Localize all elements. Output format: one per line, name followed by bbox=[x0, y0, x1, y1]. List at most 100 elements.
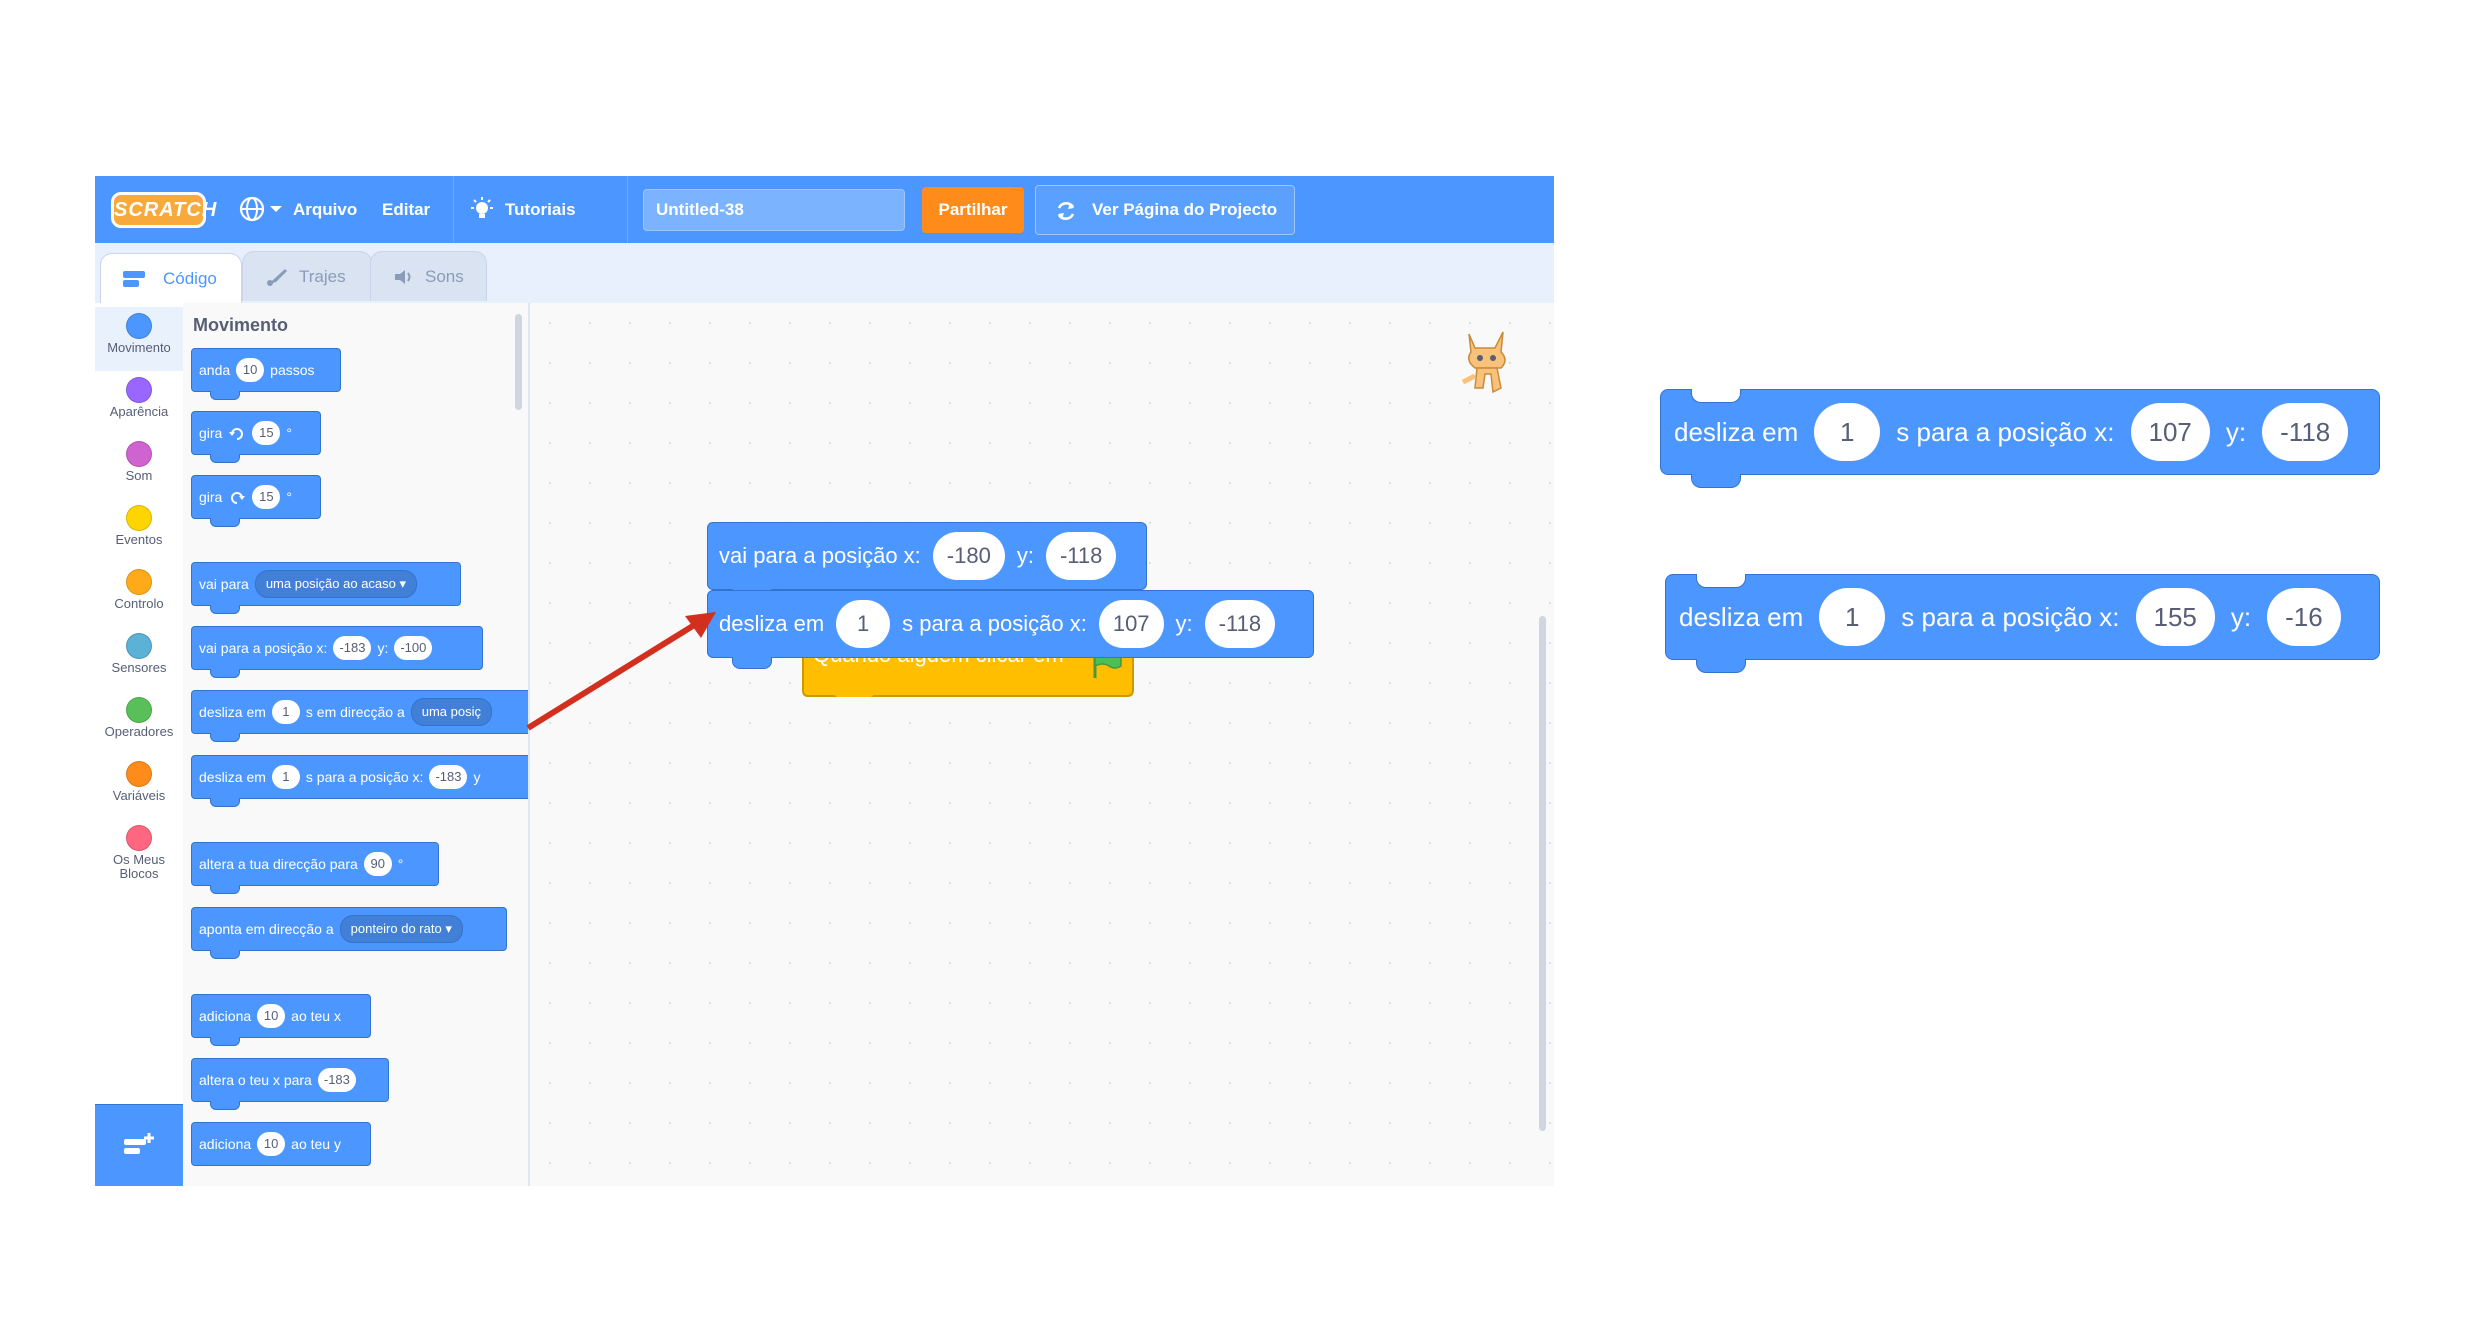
block-text: desliza em bbox=[1679, 601, 1804, 632]
block-top-notch bbox=[1691, 389, 1741, 403]
block-text: s para a posição x: bbox=[1901, 601, 2120, 632]
category-dot bbox=[126, 825, 152, 851]
turn-left-block[interactable]: gira 15 ° bbox=[191, 475, 321, 527]
category-control[interactable]: Controlo bbox=[95, 563, 183, 627]
block-input-x: 107 bbox=[2130, 403, 2210, 461]
block-text: y: bbox=[2230, 601, 2252, 632]
block-notch bbox=[210, 391, 240, 400]
category-label: Os Meus bbox=[112, 852, 165, 867]
block-input[interactable]: -183 bbox=[317, 1068, 356, 1092]
tab-costumes-label: Trajes bbox=[299, 267, 346, 286]
block-input-y[interactable]: -118 bbox=[1204, 600, 1276, 648]
block-input-x[interactable]: 107 bbox=[1098, 600, 1164, 648]
block-input[interactable]: 15 bbox=[252, 485, 281, 509]
block-input[interactable]: 1 bbox=[271, 700, 300, 724]
block-notch bbox=[210, 950, 240, 959]
block-input-secs[interactable]: 1 bbox=[836, 600, 891, 648]
block-text: ao teu y bbox=[291, 1136, 341, 1152]
point-towards-block[interactable]: aponta em direcção a ponteiro do rato ▾ bbox=[191, 907, 507, 959]
block-dropdown[interactable]: ponteiro do rato ▾ bbox=[339, 915, 463, 943]
block-input[interactable]: 10 bbox=[257, 1132, 286, 1156]
block-input-x[interactable]: -180 bbox=[932, 532, 1005, 580]
point-in-direction-block[interactable]: altera a tua direcção para 90 ° bbox=[191, 842, 439, 894]
glide-to-xy-script-block[interactable]: desliza em 1 s para a posição x: 107 y: … bbox=[707, 590, 1314, 669]
category-label: Controlo bbox=[114, 596, 164, 611]
see-project-page-button[interactable]: Ver Página do Projecto bbox=[1035, 185, 1295, 235]
go-to-block[interactable]: vai para uma posição ao acaso ▾ bbox=[191, 562, 461, 614]
block-notch bbox=[210, 1101, 240, 1110]
block-input-y[interactable]: -118 bbox=[1045, 532, 1117, 580]
brush-icon bbox=[267, 269, 287, 286]
code-workspace[interactable] bbox=[530, 303, 1554, 1186]
block-input[interactable]: -183 bbox=[333, 636, 372, 660]
menu-divider bbox=[453, 176, 454, 243]
block-notch bbox=[732, 657, 772, 669]
block-text: passos bbox=[270, 362, 315, 378]
block-text: desliza em bbox=[199, 769, 266, 785]
category-events[interactable]: Eventos bbox=[95, 499, 183, 563]
category-sensing[interactable]: Sensores bbox=[95, 627, 183, 691]
block-dropdown[interactable]: uma posição ao acaso ▾ bbox=[254, 570, 418, 598]
category-operators[interactable]: Operadores bbox=[95, 691, 183, 755]
block-top-notch bbox=[1696, 574, 1746, 588]
rotate-clockwise-icon bbox=[229, 428, 244, 440]
category-sound[interactable]: Som bbox=[95, 435, 183, 499]
file-menu[interactable]: Arquivo bbox=[293, 176, 357, 243]
block-text: y: bbox=[377, 640, 389, 656]
block-input-x: 155 bbox=[2135, 588, 2215, 646]
palette-scrollbar[interactable] bbox=[515, 314, 522, 410]
block-input[interactable]: 15 bbox=[252, 421, 281, 445]
workspace-scrollbar[interactable] bbox=[1539, 616, 1546, 1131]
palette-section-title: Movimento bbox=[193, 315, 289, 335]
standalone-glide-block-2: desliza em 1 s para a posição x: 155 y: … bbox=[1665, 574, 2380, 673]
glide-to-xy-block[interactable]: desliza em 1 s para a posição x: -183 y bbox=[191, 755, 528, 807]
tab-code[interactable]: Código bbox=[100, 253, 242, 303]
block-input[interactable]: -100 bbox=[394, 636, 433, 660]
sprite-cat-icon bbox=[1461, 331, 1506, 394]
block-text: ° bbox=[286, 489, 292, 505]
block-input[interactable]: 10 bbox=[236, 358, 265, 382]
scratch-editor-window: SCRATCH Arquivo Editar Tutoriais Untitle… bbox=[95, 176, 1554, 1186]
category-label: Eventos bbox=[115, 532, 163, 547]
add-extension-button[interactable] bbox=[95, 1104, 183, 1186]
block-input-y: -16 bbox=[2267, 588, 2341, 646]
block-input[interactable]: -183 bbox=[429, 765, 468, 789]
tab-sounds[interactable]: Sons bbox=[370, 251, 487, 301]
go-to-xy-script-block[interactable]: vai para a posição x: -180 y: -118 bbox=[707, 522, 1147, 601]
tab-costumes[interactable]: Trajes bbox=[242, 251, 372, 301]
block-text: ao teu x bbox=[291, 1008, 341, 1024]
block-input[interactable]: 90 bbox=[363, 852, 392, 876]
change-x-block[interactable]: adiciona 10 ao teu x bbox=[191, 994, 371, 1046]
category-my-blocks[interactable]: Os Meus Blocos bbox=[95, 819, 183, 895]
standalone-glide-block-1: desliza em 1 s para a posição x: 107 y: … bbox=[1660, 389, 2380, 488]
glide-to-target-block[interactable]: desliza em 1 s em direcção a uma posiç bbox=[191, 690, 528, 742]
code-blocks-icon bbox=[123, 271, 145, 287]
go-to-xy-block[interactable]: vai para a posição x: -183 y: -100 bbox=[191, 626, 483, 678]
block-notch bbox=[210, 1037, 240, 1046]
block-text: y: bbox=[2225, 416, 2247, 447]
block-text: ° bbox=[397, 856, 404, 872]
turn-right-block[interactable]: gira 15 ° bbox=[191, 411, 321, 463]
category-label: Operadores bbox=[104, 724, 174, 739]
move-steps-block[interactable]: anda 10 passos bbox=[191, 348, 341, 400]
tutorials-label: Tutoriais bbox=[505, 200, 576, 219]
project-title-input[interactable]: Untitled-38 bbox=[643, 189, 905, 231]
change-y-block[interactable]: adiciona 10 ao teu y bbox=[191, 1122, 371, 1166]
share-button[interactable]: Partilhar bbox=[922, 187, 1024, 233]
scratch-logo[interactable]: SCRATCH bbox=[111, 192, 216, 228]
set-x-block[interactable]: altera o teu x para -183 bbox=[191, 1058, 389, 1110]
category-dot bbox=[126, 761, 152, 787]
block-input[interactable]: 1 bbox=[271, 765, 300, 789]
block-text: aponta em direcção a bbox=[199, 921, 334, 937]
language-globe-icon[interactable] bbox=[238, 194, 284, 224]
category-motion[interactable]: Movimento bbox=[95, 307, 183, 371]
category-dot bbox=[126, 697, 152, 723]
category-looks[interactable]: Aparência bbox=[95, 371, 183, 435]
block-dropdown[interactable]: uma posiç bbox=[410, 698, 492, 726]
tutorials-menu[interactable]: Tutoriais bbox=[469, 176, 576, 243]
edit-menu[interactable]: Editar bbox=[382, 176, 430, 243]
refresh-icon bbox=[1057, 202, 1075, 220]
block-notch bbox=[210, 798, 240, 807]
block-input[interactable]: 10 bbox=[257, 1004, 286, 1028]
category-variables[interactable]: Variáveis bbox=[95, 755, 183, 819]
